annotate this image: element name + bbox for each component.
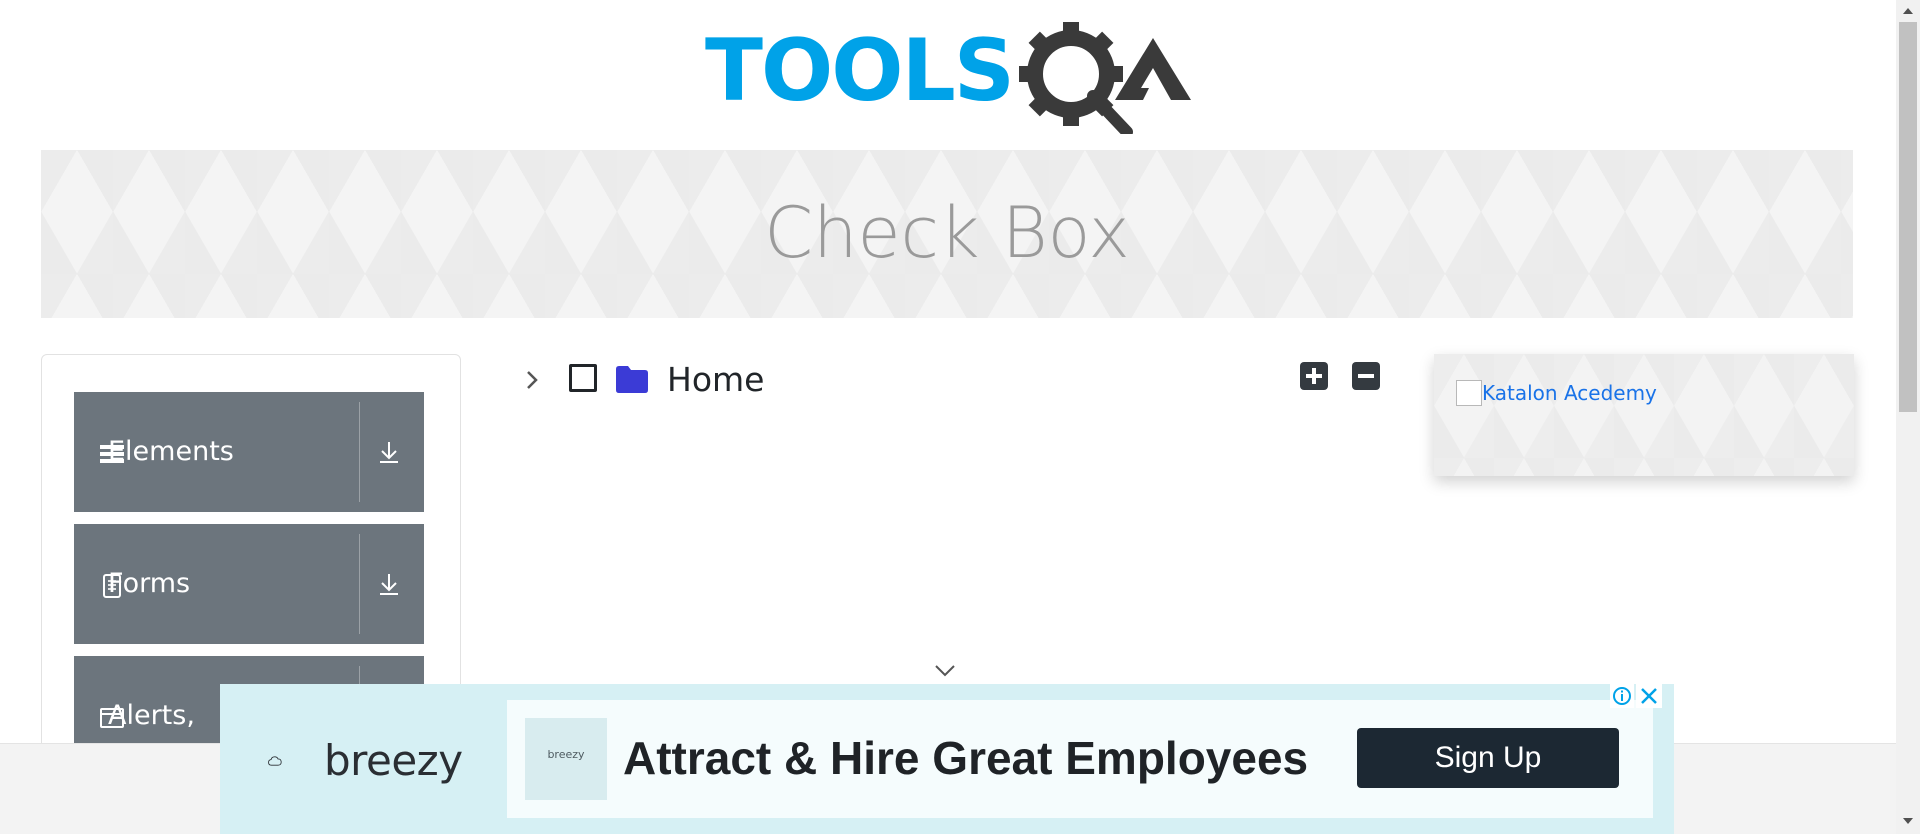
sidebar-group-forms[interactable]: Forms	[74, 524, 424, 644]
divider	[359, 402, 360, 502]
cloud-logo-icon	[268, 756, 282, 766]
ad-headline: Attract & Hire Great Employees	[623, 732, 1309, 784]
broken-image-link[interactable]: Katalon Acedemy	[1456, 380, 1657, 406]
plus-icon	[1306, 368, 1322, 384]
expand-all-button[interactable]	[1300, 362, 1328, 390]
sidebar-group-label: Forms	[108, 568, 191, 599]
expand-arrow-icon[interactable]	[374, 437, 404, 467]
side-ad: Katalon Acedemy	[1434, 354, 1854, 476]
page-title: Check Box	[764, 192, 1130, 274]
checkbox-tree-node-home: Home	[515, 356, 915, 404]
ad-card: breezy Attract & Hire Great Employees Si…	[507, 700, 1653, 818]
ad-close-icon[interactable]	[1636, 684, 1662, 708]
collapse-all-button[interactable]	[1352, 362, 1380, 390]
folder-icon	[616, 366, 648, 393]
thumbnail-brand: breezy	[547, 748, 585, 761]
katalon-academy-link[interactable]: Katalon Acedemy	[1482, 380, 1657, 406]
chevron-right-icon[interactable]	[519, 366, 547, 394]
tree-node-label[interactable]: Home	[667, 358, 764, 402]
page-banner: Check Box	[41, 150, 1853, 318]
sidebar-group-label: Elements	[108, 436, 234, 467]
toolsqa-logo[interactable]: TOOLS	[705, 21, 1195, 138]
divider	[359, 534, 360, 634]
minus-icon	[1358, 374, 1374, 378]
svg-text:TOOLS: TOOLS	[705, 22, 1013, 121]
bottom-ad-banner[interactable]: breezy breezy Attract & Hire Great Emplo…	[220, 684, 1674, 834]
scroll-down-arrow-icon[interactable]	[1903, 818, 1913, 824]
breezy-wordmark: breezy	[324, 736, 463, 785]
ad-info-icon[interactable]	[1610, 684, 1634, 708]
home-checkbox[interactable]	[569, 364, 597, 392]
broken-image-icon	[1456, 380, 1482, 406]
sidebar-group-elements[interactable]: Elements	[74, 392, 424, 512]
vertical-scrollbar[interactable]	[1896, 0, 1920, 834]
ad-thumbnail: breezy	[525, 718, 607, 800]
chevron-down-icon[interactable]	[933, 664, 957, 678]
expand-arrow-icon[interactable]	[374, 569, 404, 599]
scrollbar-thumb[interactable]	[1899, 22, 1917, 412]
sign-up-button[interactable]: Sign Up	[1357, 728, 1619, 788]
scroll-up-arrow-icon[interactable]	[1903, 8, 1913, 14]
